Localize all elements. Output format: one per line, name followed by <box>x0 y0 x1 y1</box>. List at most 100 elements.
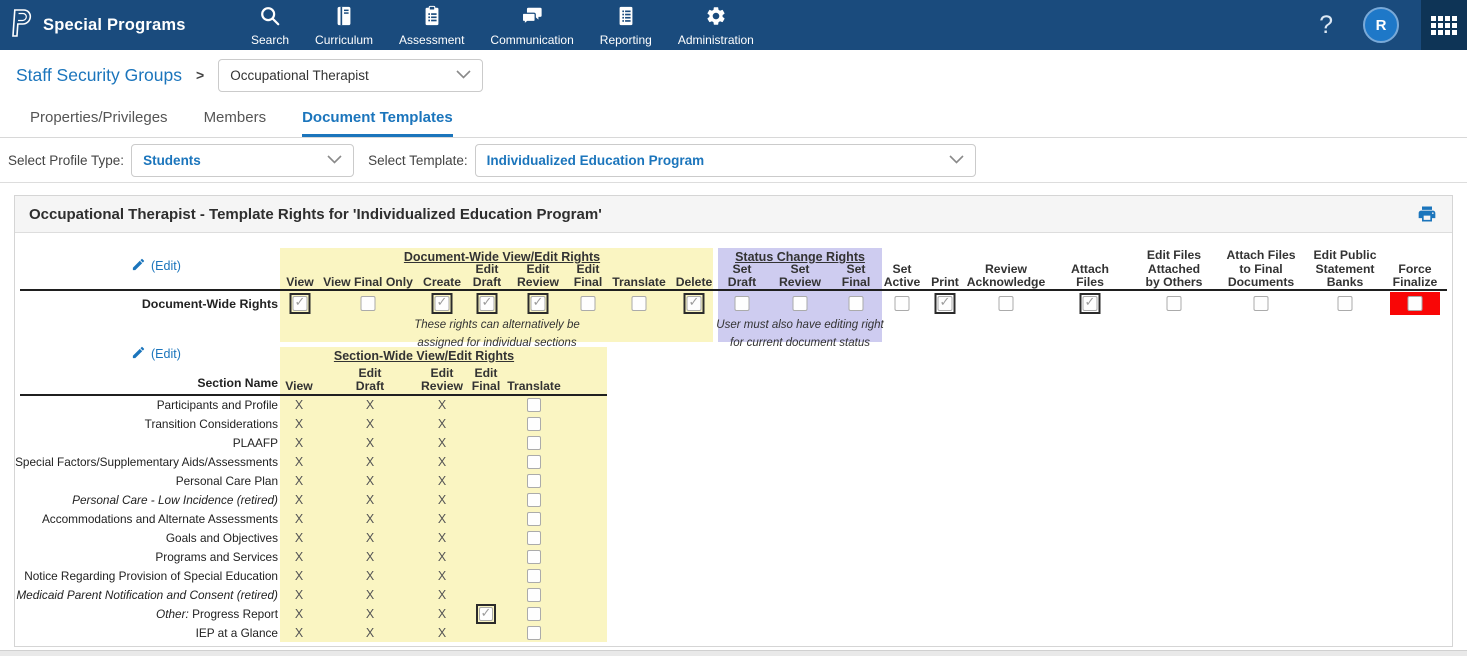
print-button[interactable] <box>1416 204 1438 224</box>
security-group-select[interactable]: Occupational Therapist <box>218 59 483 92</box>
template-select[interactable]: Individualized Education Program <box>475 144 976 177</box>
right-mark: X <box>295 434 303 453</box>
section-header-rule <box>20 394 607 396</box>
checkbox-view[interactable] <box>290 293 311 314</box>
checkbox-set-final[interactable] <box>849 296 864 311</box>
powerschool-logo <box>10 7 34 44</box>
pencil-icon <box>131 345 146 363</box>
checkbox-edit-draft[interactable] <box>477 293 498 314</box>
checkmark-icon <box>938 296 953 311</box>
checkbox-attach-files-to-final-documents[interactable] <box>1254 296 1269 311</box>
checkmark-icon <box>293 296 308 311</box>
section-row-label: Transition Considerations <box>145 415 278 434</box>
edit-section-rights-button[interactable]: (Edit) <box>131 345 181 363</box>
section-checkbox-translate-row9[interactable] <box>527 550 541 564</box>
tab-properties-privileges[interactable]: Properties/Privileges <box>30 100 168 137</box>
profile-type-label: Select Profile Type: <box>8 153 124 168</box>
right-mark: X <box>295 605 303 624</box>
tab-document-templates[interactable]: Document Templates <box>302 100 453 137</box>
section-checkbox-translate-row8[interactable] <box>527 531 541 545</box>
right-mark: X <box>295 491 303 510</box>
right-mark: X <box>438 415 446 434</box>
content-area: Occupational Therapist - Template Rights… <box>0 183 1467 656</box>
section-checkbox-translate-row11[interactable] <box>527 588 541 602</box>
section-checkbox-translate-row2[interactable] <box>527 417 541 431</box>
checkbox-translate[interactable] <box>632 296 647 311</box>
nav-items: Search Curriculum Assessment Communicati… <box>238 0 767 50</box>
gear-icon <box>705 5 727 32</box>
right-mark: X <box>366 548 374 567</box>
nav-item-assessment[interactable]: Assessment <box>386 0 477 50</box>
checkbox-set-active[interactable] <box>895 296 910 311</box>
brand: Special Programs <box>0 7 186 44</box>
section-checkbox-translate-row12[interactable] <box>527 607 541 621</box>
right-mark: X <box>438 472 446 491</box>
section-checkbox-edit-final-row12[interactable] <box>476 604 496 624</box>
waffle-icon <box>1431 16 1457 35</box>
rights-grid: Document-Wide View/Edit Rights Status Ch… <box>15 233 1452 646</box>
checkbox-delete[interactable] <box>684 293 705 314</box>
section-checkbox-translate-row4[interactable] <box>527 455 541 469</box>
right-mark: X <box>295 415 303 434</box>
doc-rights-row-label: Document-Wide Rights <box>142 295 278 314</box>
section-row-label: PLAAFP <box>233 434 278 453</box>
right-mark: X <box>366 453 374 472</box>
checkbox-view-final-only[interactable] <box>361 296 376 311</box>
right-mark: X <box>295 624 303 643</box>
nav-item-administration[interactable]: Administration <box>665 0 767 50</box>
checkbox-print[interactable] <box>935 293 956 314</box>
checkbox-edit-final[interactable] <box>581 296 596 311</box>
section-checkbox-translate-row1[interactable] <box>527 398 541 412</box>
page: Special Programs Search Curriculum Asses… <box>0 0 1467 656</box>
checkmark-icon <box>531 296 546 311</box>
checkbox-review-acknowledge[interactable] <box>999 296 1014 311</box>
nav-item-communication[interactable]: Communication <box>477 0 586 50</box>
col-header-force-finalize: Force Finalize <box>1359 249 1452 289</box>
checkmark-icon <box>479 607 493 621</box>
checkbox-edit-public-statement-banks[interactable] <box>1338 296 1353 311</box>
section-checkbox-translate-row3[interactable] <box>527 436 541 450</box>
checkmark-icon <box>1083 296 1098 311</box>
section-checkbox-translate-row10[interactable] <box>527 569 541 583</box>
section-row-label: Personal Care - Low Incidence (retired) <box>72 491 278 510</box>
checkbox-set-review[interactable] <box>793 296 808 311</box>
right-mark: X <box>366 529 374 548</box>
section-checkbox-translate-row13[interactable] <box>527 626 541 640</box>
section-checkbox-translate-row5[interactable] <box>527 474 541 488</box>
nav-item-curriculum[interactable]: Curriculum <box>302 0 386 50</box>
right-mark: X <box>295 529 303 548</box>
right-mark: X <box>366 415 374 434</box>
checkbox-edit-review[interactable] <box>528 293 549 314</box>
section-checkbox-translate-row6[interactable] <box>527 493 541 507</box>
breadcrumb-root-link[interactable]: Staff Security Groups <box>16 65 182 86</box>
checkbox-create[interactable] <box>432 293 453 314</box>
app-switcher-button[interactable] <box>1421 0 1467 50</box>
right-mark: X <box>438 567 446 586</box>
nav-item-reporting[interactable]: Reporting <box>587 0 665 50</box>
chevron-down-icon <box>456 66 471 84</box>
doc-rights-note: These rights can alternatively be assign… <box>377 317 617 353</box>
right-mark: X <box>438 605 446 624</box>
edit-document-rights-button[interactable]: (Edit) <box>131 257 181 275</box>
right-mark: X <box>366 472 374 491</box>
section-checkbox-translate-row7[interactable] <box>527 512 541 526</box>
checkbox-edit-files-attached-by-others[interactable] <box>1167 296 1182 311</box>
right-mark: X <box>366 434 374 453</box>
panel-title: Occupational Therapist - Template Rights… <box>29 206 602 223</box>
help-button[interactable]: ? <box>1319 11 1333 40</box>
section-row-label: Special Factors/Supplementary Aids/Asses… <box>15 453 278 472</box>
checkbox-set-draft[interactable] <box>735 296 750 311</box>
nav-item-search[interactable]: Search <box>238 0 302 50</box>
right-mark: X <box>438 510 446 529</box>
tab-members[interactable]: Members <box>204 100 267 137</box>
right-mark: X <box>438 548 446 567</box>
avatar[interactable]: R <box>1363 7 1399 43</box>
checkbox-attach-files[interactable] <box>1080 293 1101 314</box>
profile-type-select[interactable]: Students <box>131 144 354 177</box>
checkbox-force-finalize[interactable] <box>1408 296 1423 311</box>
right-mark: X <box>438 453 446 472</box>
breadcrumb-separator: > <box>196 67 204 83</box>
right-mark: X <box>366 567 374 586</box>
section-row-label: Programs and Services <box>155 548 278 567</box>
right-mark: X <box>295 548 303 567</box>
